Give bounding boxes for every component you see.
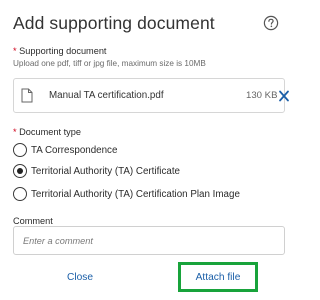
required-marker: * bbox=[13, 127, 17, 137]
required-marker: * bbox=[13, 46, 17, 56]
radio-button[interactable] bbox=[13, 187, 27, 201]
document-type-label-text: Document type bbox=[19, 127, 81, 137]
document-type-label: * Document type bbox=[13, 127, 81, 137]
radio-option-ta-certificate[interactable]: Territorial Authority (TA) Certificate bbox=[13, 163, 180, 179]
supporting-document-label: * Supporting document bbox=[13, 46, 106, 56]
supporting-document-label-text: Supporting document bbox=[19, 46, 107, 56]
uploaded-file: Manual TA certification.pdf 130 KB bbox=[13, 78, 289, 113]
remove-file-icon[interactable] bbox=[278, 89, 290, 103]
radio-button[interactable] bbox=[13, 143, 27, 157]
file-name: Manual TA certification.pdf bbox=[49, 90, 164, 101]
file-size: 130 KB bbox=[246, 90, 278, 101]
radio-option-ta-correspondence[interactable]: TA Correspondence bbox=[13, 142, 117, 158]
radio-option-ta-certification-plan-image[interactable]: Territorial Authority (TA) Certification… bbox=[13, 186, 240, 202]
radio-label: TA Correspondence bbox=[31, 144, 118, 156]
comment-label: Comment bbox=[13, 216, 53, 226]
question-circle-icon[interactable] bbox=[263, 15, 279, 31]
radio-label: Territorial Authority (TA) Certificate bbox=[31, 165, 180, 177]
radio-button-selected[interactable] bbox=[13, 164, 27, 178]
radio-label: Territorial Authority (TA) Certification… bbox=[31, 188, 240, 200]
upload-hint: Upload one pdf, tiff or jpg file, maximu… bbox=[13, 59, 206, 68]
document-icon bbox=[21, 88, 33, 103]
comment-input[interactable] bbox=[13, 226, 285, 255]
dialog-title: Add supporting document bbox=[13, 13, 215, 33]
add-supporting-document-dialog: Add supporting document * Supporting doc… bbox=[0, 0, 297, 300]
attach-file-button[interactable]: Attach file bbox=[178, 262, 258, 292]
close-button[interactable]: Close bbox=[52, 267, 108, 287]
